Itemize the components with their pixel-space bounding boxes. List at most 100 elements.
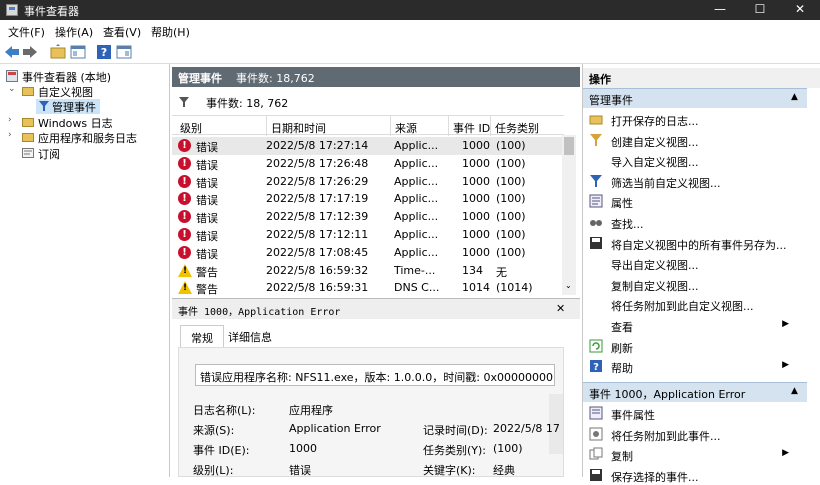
admin-events-action-item[interactable]: 查看 ▶: [583, 315, 807, 335]
cell-task-category: (100): [496, 228, 526, 241]
collapsed-chevron-icon[interactable]: ›: [8, 115, 12, 125]
column-header-event-id[interactable]: 事件 ID: [448, 116, 490, 136]
scrollbar-thumb[interactable]: [564, 137, 574, 155]
show-hide-tree-icon[interactable]: [70, 44, 86, 60]
expanded-chevron-icon[interactable]: ⌄: [8, 84, 16, 94]
collapse-section-icon[interactable]: ▲: [791, 92, 798, 102]
actions-section-admin-events[interactable]: 管理事件 ▲: [583, 88, 807, 108]
tree-item-admin-events[interactable]: 管理事件: [36, 99, 100, 114]
maximize-button[interactable]: ☐: [740, 0, 780, 20]
cell-level: 错误: [196, 247, 218, 261]
admin-events-action-item[interactable]: 导出自定义视图...: [583, 253, 807, 273]
attach-task-icon: [589, 427, 603, 441]
collapsed-chevron-icon[interactable]: ›: [8, 130, 12, 140]
minimize-button[interactable]: —: [700, 0, 740, 20]
collapse-section-icon[interactable]: ▲: [791, 386, 798, 396]
tab-general[interactable]: 常规: [180, 325, 224, 347]
events-grid-scrollbar[interactable]: ⌄: [562, 135, 576, 295]
table-row[interactable]: ! 错误 2022/5/8 17:12:11 Applic... 1000 (100): [172, 226, 564, 244]
error-icon: !: [178, 245, 191, 259]
actions-pane: 操作 管理事件 ▲ 打开保存的日志... 创建自定义视图... 导入自定义视图...…: [582, 64, 820, 484]
menu-help[interactable]: 帮助(H): [151, 24, 190, 40]
subscription-icon: [22, 148, 34, 158]
cell-event-id: 1014: [462, 281, 490, 295]
admin-events-action-item[interactable]: 刷新: [583, 336, 807, 356]
cell-task-category: (100): [496, 192, 526, 206]
action-label: 属性: [611, 197, 633, 211]
action-label: 复制自定义视图...: [611, 279, 699, 293]
events-grid: 级别 日期和时间 来源 事件 ID 任务类别 ! 错误 2022/5/8 17:27…: [172, 115, 580, 297]
admin-events-action-item[interactable]: 筛选当前自定义视图...: [583, 171, 807, 191]
submenu-arrow-icon: ▶: [782, 448, 789, 459]
actions-section-event[interactable]: 事件 1000，Application Error ▲: [583, 382, 807, 402]
cell-task-category: (100): [496, 139, 526, 152]
table-row[interactable]: ! 错误 2022/5/8 17:17:19 Applic... 1000 (100): [172, 190, 564, 208]
menu-view[interactable]: 查看(V): [103, 24, 141, 40]
field-label-level: 级别(L):: [193, 464, 234, 477]
scroll-down-icon[interactable]: ⌄: [565, 281, 572, 290]
admin-events-action-item[interactable]: 属性: [583, 191, 807, 211]
table-row[interactable]: ! 错误 2022/5/8 17:08:45 Applic... 1000 (100): [172, 244, 564, 262]
cell-source: Applic...: [394, 139, 439, 152]
action-label: 刷新: [611, 341, 633, 355]
event-viewer-icon: [6, 70, 18, 82]
action-label: 将自定义视图中的所有事件另存为...: [611, 238, 787, 252]
admin-events-action-item[interactable]: ? 帮助 ▶: [583, 356, 807, 376]
menu-action[interactable]: 操作(A): [55, 24, 93, 40]
help-icon[interactable]: ?: [96, 44, 112, 60]
cell-datetime: 2022/5/8 17:26:29: [266, 174, 369, 188]
detail-close-button[interactable]: ✕: [556, 302, 565, 315]
admin-events-action-item[interactable]: 查找...: [583, 212, 807, 232]
cell-task-category: (100): [496, 210, 526, 224]
cell-source: Applic...: [394, 210, 439, 224]
column-header-datetime[interactable]: 日期和时间: [266, 116, 326, 136]
warning-icon: [178, 263, 192, 277]
cell-task-category: (100): [496, 156, 526, 170]
toolbar: ?: [0, 40, 820, 64]
admin-events-action-item[interactable]: 打开保存的日志...: [583, 109, 807, 129]
table-row[interactable]: ! 错误 2022/5/8 17:27:14 Applic... 1000 (100): [172, 137, 564, 155]
table-row[interactable]: 警告 2022/5/8 16:59:31 DNS C... 1014 (1014): [172, 279, 564, 297]
column-header-level[interactable]: 级别: [180, 120, 202, 136]
warning-icon: [178, 281, 192, 295]
event-action-item[interactable]: 复制 ▶: [583, 444, 807, 464]
table-row[interactable]: ! 错误 2022/5/8 17:26:29 Applic... 1000 (100): [172, 173, 564, 191]
admin-events-action-item[interactable]: 将任务附加到此自定义视图...: [583, 294, 807, 314]
column-header-source[interactable]: 来源: [390, 116, 417, 136]
cell-source: Applic...: [394, 192, 439, 206]
event-action-item[interactable]: 将任务附加到此事件...: [583, 424, 807, 444]
properties-icon: [589, 194, 603, 208]
error-icon: !: [178, 139, 191, 152]
event-message-box[interactable]: 错误应用程序名称: NFS11.exe，版本: 1.0.0.0，时间戳: 0x0…: [195, 364, 555, 386]
tab-details[interactable]: 详细信息: [228, 329, 272, 345]
tree-label-windows-logs: Windows 日志: [38, 117, 113, 130]
cell-event-id: 1000: [462, 228, 490, 241]
table-row[interactable]: ! 错误 2022/5/8 17:12:39 Applic... 1000 (100): [172, 208, 564, 226]
cell-datetime: 2022/5/8 16:59:31: [266, 281, 369, 295]
field-value-source: Application Error: [289, 422, 381, 435]
back-arrow-icon[interactable]: [4, 44, 20, 60]
forward-arrow-icon[interactable]: [22, 44, 38, 60]
cell-source: Applic...: [394, 174, 439, 188]
close-window-button[interactable]: ✕: [780, 0, 820, 20]
admin-events-action-item[interactable]: 创建自定义视图...: [583, 130, 807, 150]
menu-file[interactable]: 文件(F): [8, 24, 45, 40]
table-row[interactable]: 警告 2022/5/8 16:59:32 Time-... 134 无: [172, 262, 564, 280]
action-label: 创建自定义视图...: [611, 135, 699, 149]
table-row[interactable]: ! 错误 2022/5/8 17:26:48 Applic... 1000 (100): [172, 155, 564, 173]
column-header-task-category[interactable]: 任务类别: [490, 116, 539, 136]
event-action-item[interactable]: 保存选择的事件...: [583, 465, 807, 485]
cell-event-id: 134: [462, 263, 483, 277]
show-hide-action-pane-icon[interactable]: [116, 44, 132, 60]
error-icon: !: [178, 210, 191, 224]
admin-events-action-item[interactable]: 将自定义视图中的所有事件另存为...: [583, 233, 807, 253]
admin-events-action-item[interactable]: 导入自定义视图...: [583, 150, 807, 170]
event-action-item[interactable]: 事件属性: [583, 403, 807, 423]
cell-source: Applic...: [394, 245, 439, 259]
admin-events-action-item[interactable]: 复制自定义视图...: [583, 274, 807, 294]
event-viewer-app-icon: [6, 4, 18, 16]
folder-up-icon[interactable]: [50, 44, 66, 60]
actions-section-title: 事件 1000，Application Error: [589, 388, 746, 401]
field-value-recorded: 2022/5/8 17: [493, 422, 560, 435]
filter-summary-bar: 事件数: 18, 762: [172, 92, 580, 112]
